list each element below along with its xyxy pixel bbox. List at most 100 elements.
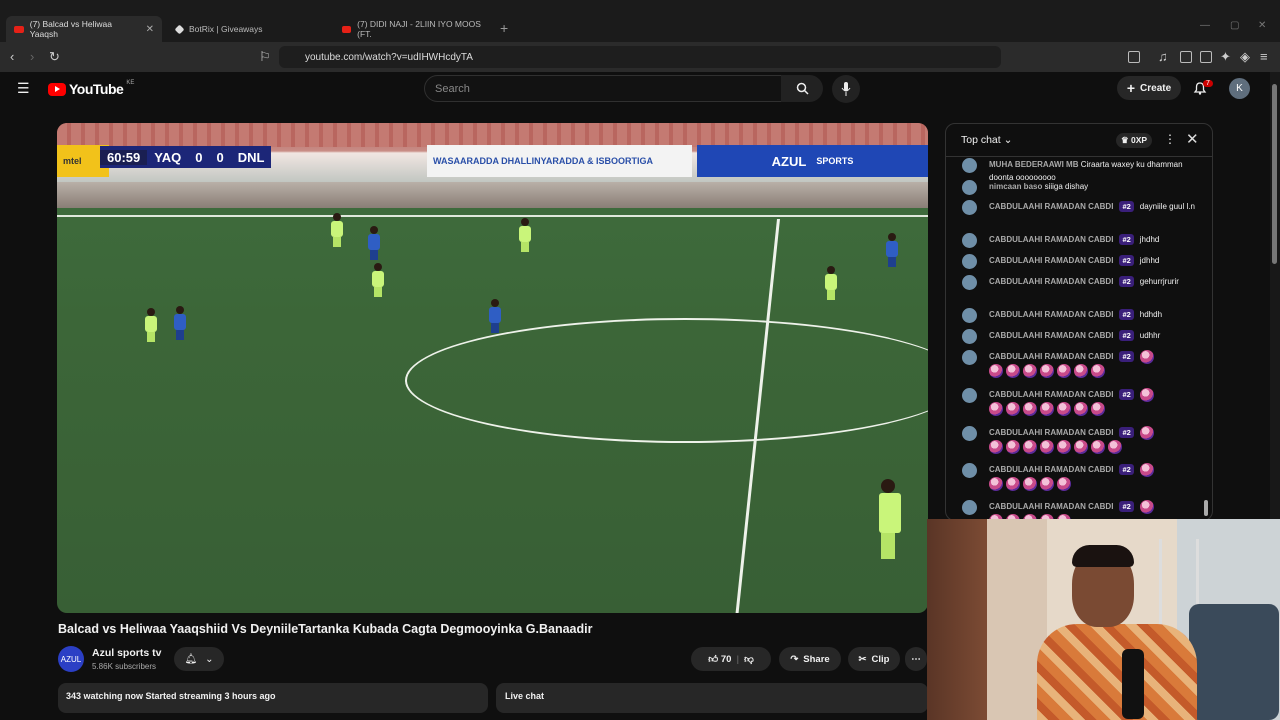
video-description[interactable]: 343 watching now Started streaming 3 hou…	[58, 683, 488, 713]
chat-author[interactable]: CABDULAAHI RAMADAN CABDI	[989, 277, 1113, 286]
footballer	[174, 306, 186, 340]
sidebar-icon[interactable]	[1180, 51, 1192, 63]
minimize-icon[interactable]: —	[1200, 20, 1210, 31]
live-chat-panel: Top chat ⌄ ♛ 0XP ⋮ ✕ MUHA BEDERAAWI MB C…	[945, 123, 1213, 521]
like-dislike-group: 👍︎ 70 | 👎︎	[691, 647, 771, 671]
youtube-favicon-icon	[342, 25, 352, 33]
reload-icon[interactable]: ↻	[49, 49, 60, 65]
search-icon	[796, 82, 809, 95]
emote-icon	[989, 364, 1003, 378]
chat-text: gehurrjrurir	[1139, 277, 1179, 286]
screenshot-icon[interactable]	[1128, 51, 1140, 63]
bookmark-icon[interactable]: ⚐	[259, 49, 271, 65]
shield-icon[interactable]: ◈	[1240, 49, 1250, 65]
chat-message: CABDULAAHI RAMADAN CABDI #2 dayniile guul …	[962, 200, 1197, 215]
chat-author[interactable]: nimcaan baso	[989, 182, 1042, 191]
chat-avatar[interactable]	[962, 158, 977, 173]
chat-avatar[interactable]	[962, 200, 977, 215]
emote-icon	[1139, 463, 1154, 477]
search-input[interactable]: Search	[424, 75, 782, 102]
new-tab-button[interactable]: +	[500, 20, 508, 36]
chat-menu-icon[interactable]: ⋮	[1164, 132, 1176, 146]
chat-avatar[interactable]	[962, 463, 977, 478]
forward-icon[interactable]: ›	[30, 49, 34, 64]
channel-avatar[interactable]: AZUL	[58, 646, 84, 672]
emote-icon	[1057, 440, 1071, 454]
chat-avatar[interactable]	[962, 233, 977, 248]
chat-author[interactable]: CABDULAAHI RAMADAN CABDI	[989, 202, 1113, 211]
create-button[interactable]: + Create	[1117, 76, 1181, 100]
ad-text: AZUL	[771, 153, 807, 169]
chevron-down-icon: ⌄	[1003, 134, 1013, 146]
like-button[interactable]: 👍︎ 70	[708, 653, 731, 665]
close-tab-icon[interactable]: ✕	[146, 24, 154, 35]
wallet-icon[interactable]	[1200, 51, 1212, 63]
tab-music[interactable]: (7) DIDI NAJI - 2LIIN IYO MOOS (FT.	[334, 16, 494, 42]
chat-author[interactable]: CABDULAAHI RAMADAN CABDI	[989, 390, 1113, 399]
more-actions-button[interactable]: ⋯	[905, 647, 927, 671]
account-avatar[interactable]: K	[1229, 78, 1250, 99]
running-track	[57, 182, 928, 208]
close-chat-icon[interactable]: ✕	[1186, 130, 1199, 148]
notification-settings-button[interactable]: 🔔︎ ⌄	[174, 647, 224, 671]
emote-row	[989, 440, 1157, 454]
chat-author[interactable]: CABDULAAHI RAMADAN CABDI	[989, 352, 1113, 361]
channel-name[interactable]: Azul sports tv	[92, 647, 161, 659]
tab-active[interactable]: (7) Balcad vs Heliwaa Yaaqsh ✕	[6, 16, 162, 42]
emote-icon	[1040, 440, 1054, 454]
chat-avatar[interactable]	[962, 388, 977, 403]
voice-search-button[interactable]	[832, 75, 860, 103]
chat-text: hdhdh	[1139, 310, 1163, 319]
xp-badge[interactable]: ♛ 0XP	[1116, 133, 1153, 148]
extensions-icon[interactable]: ✦	[1220, 49, 1231, 65]
tab-label: (7) DIDI NAJI - 2LIIN IYO MOOS (FT.	[357, 19, 481, 39]
chat-avatar[interactable]	[962, 308, 977, 323]
tab-botrix[interactable]: BotRix | Giveaways	[168, 16, 328, 42]
browser-tab-bar: (7) Balcad vs Heliwaa Yaaqsh ✕ BotRix | …	[0, 0, 1280, 42]
chat-avatar[interactable]	[962, 275, 977, 290]
chat-avatar[interactable]	[962, 350, 977, 365]
chat-author[interactable]: CABDULAAHI RAMADAN CABDI	[989, 310, 1113, 319]
chat-scrollbar[interactable]	[1203, 158, 1209, 518]
chat-author[interactable]: CABDULAAHI RAMADAN CABDI	[989, 502, 1113, 511]
chat-avatar[interactable]	[962, 254, 977, 269]
maximize-icon[interactable]: ▢	[1230, 20, 1239, 31]
chat-author[interactable]: CABDULAAHI RAMADAN CABDI	[989, 235, 1113, 244]
chat-avatar[interactable]	[962, 180, 977, 195]
chat-author[interactable]: CABDULAAHI RAMADAN CABDI	[989, 428, 1113, 437]
address-bar[interactable]: youtube.com/watch?v=udIHWHcdyTA	[279, 46, 1001, 68]
youtube-logo[interactable]: YouTube KE	[48, 80, 134, 97]
emote-icon	[1091, 440, 1105, 454]
video-player[interactable]: mtel WASAARADDA DHALLINYARADDA & ISBOORT…	[57, 123, 928, 613]
emote-row	[989, 364, 1157, 378]
clip-button[interactable]: ✂ Clip	[848, 647, 900, 671]
footballer	[145, 308, 157, 342]
chat-message: CABDULAAHI RAMADAN CABDI #2 jhdhd	[962, 233, 1197, 248]
botrix-favicon-icon	[174, 24, 185, 34]
hamburger-menu-icon[interactable]: ☰	[17, 80, 30, 97]
dislike-button[interactable]: 👎︎	[744, 653, 754, 665]
live-chat-button[interactable]: Live chat	[496, 683, 928, 713]
chat-mode-dropdown[interactable]: Top chat ⌄	[961, 134, 1012, 146]
share-button[interactable]: ↷ Share	[779, 647, 841, 671]
emote-icon	[1057, 364, 1071, 378]
chat-author[interactable]: CABDULAAHI RAMADAN CABDI	[989, 331, 1113, 340]
music-icon[interactable]: ♫	[1158, 49, 1168, 64]
chat-avatar[interactable]	[962, 329, 977, 344]
chat-avatar[interactable]	[962, 500, 977, 515]
close-window-icon[interactable]: ✕	[1258, 20, 1266, 31]
back-icon[interactable]: ‹	[10, 49, 14, 64]
chat-author[interactable]: CABDULAAHI RAMADAN CABDI	[989, 256, 1113, 265]
chat-author[interactable]: CABDULAAHI RAMADAN CABDI	[989, 465, 1113, 474]
menu-icon[interactable]: ≡	[1260, 49, 1268, 64]
chat-avatar[interactable]	[962, 426, 977, 441]
chat-author[interactable]: MUHA BEDERAAWI MB	[989, 160, 1078, 169]
browser-toolbar: ‹ › ↻ ⚐ youtube.com/watch?v=udIHWHcdyTA …	[0, 42, 1280, 72]
chat-text: dayniile guul l.n	[1139, 202, 1195, 211]
emote-icon	[1139, 426, 1154, 440]
search-button[interactable]	[781, 75, 823, 102]
emote-icon	[1139, 350, 1154, 364]
youtube-play-icon	[48, 82, 66, 96]
emote-icon	[1074, 402, 1088, 416]
ad-board: AZUL SPORTS	[697, 145, 928, 177]
